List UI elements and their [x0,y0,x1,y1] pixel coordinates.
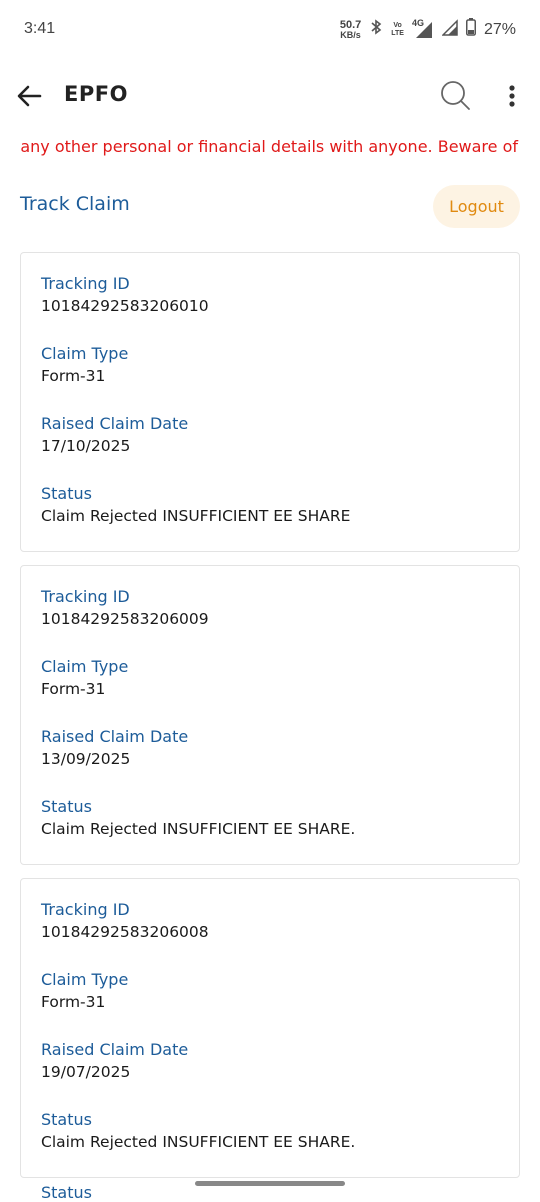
app-title: EPFO [64,82,128,106]
claim-type-label: Claim Type [41,970,129,989]
notice-text: any other personal or financial details … [20,137,518,156]
claim-type-field: Claim Type Form-31 [41,656,499,726]
tracking-id-label: Tracking ID [41,587,130,606]
volte-top: Vo [393,21,402,29]
status-bar: 3:41 50.7 KB/s Vo LTE 4G 27% [0,0,540,62]
tracking-id-field: Tracking ID 10184292583206010 [41,273,499,343]
status-value: Claim Rejected INSUFFICIENT EE SHARE. [41,1133,356,1151]
search-button[interactable] [438,78,474,114]
status-field: Status Claim Rejected INSUFFICIENT EE SH… [41,483,499,553]
tracking-id-label: Tracking ID [41,900,130,919]
volte-indicator: Vo LTE [391,22,404,38]
raised-date-label: Raised Claim Date [41,1040,189,1059]
claim-type-label: Claim Type [41,657,129,676]
battery-icon [465,18,476,41]
logout-button[interactable]: Logout [433,185,520,228]
tracking-id-value: 10184292583206010 [41,297,209,315]
status-label: Status [41,797,92,816]
claim-type-value: Form-31 [41,680,106,698]
claim-type-value: Form-31 [41,367,106,385]
tracking-id-value: 10184292583206008 [41,923,209,941]
more-vert-icon [509,85,515,107]
signal-icon-2 [441,18,458,41]
claim-type-field: Claim Type Form-31 [41,969,499,1039]
raised-date-value: 13/09/2025 [41,750,131,768]
network-speed-unit: KB/s [340,29,361,40]
home-indicator[interactable] [195,1181,345,1186]
back-arrow-icon [17,85,42,107]
status-icons: 50.7 KB/s Vo LTE 4G 27% [340,18,516,41]
raised-date-value: 17/10/2025 [41,437,131,455]
more-options-button[interactable] [500,80,524,112]
tracking-id-field: Tracking ID 10184292583206009 [41,586,499,656]
claim-type-value: Form-31 [41,993,106,1011]
raised-date-field: Raised Claim Date 19/07/2025 [41,1039,499,1109]
app-bar: EPFO [0,68,540,124]
next-card-status-label: Status [41,1183,92,1202]
raised-date-label: Raised Claim Date [41,414,189,433]
battery-percent: 27% [483,20,516,38]
notice-marquee: any other personal or financial details … [0,137,540,159]
page-title: Track Claim [20,193,130,215]
status-field: Status Claim Rejected INSUFFICIENT EE SH… [41,796,499,866]
claim-type-label: Claim Type [41,344,129,363]
network-speed: 50.7 KB/s [339,18,362,40]
status-time: 3:41 [24,20,56,37]
tracking-id-value: 10184292583206009 [41,610,209,628]
status-value: Claim Rejected INSUFFICIENT EE SHARE [41,507,351,525]
status-label: Status [41,484,92,503]
tracking-id-field: Tracking ID 10184292583206008 [41,899,499,969]
claim-type-field: Claim Type Form-31 [41,343,499,413]
back-button[interactable] [14,80,46,112]
status-value: Claim Rejected INSUFFICIENT EE SHARE. [41,820,356,838]
claim-card: Tracking ID 10184292583206010 Claim Type… [20,252,520,552]
claim-card: Tracking ID 10184292583206008 Claim Type… [20,878,520,1178]
status-label: Status [41,1110,92,1129]
raised-date-value: 19/07/2025 [41,1063,131,1081]
signal-icon: 4G [412,18,434,40]
tracking-id-label: Tracking ID [41,274,130,293]
bluetooth-icon [369,18,383,41]
raised-date-field: Raised Claim Date 17/10/2025 [41,413,499,483]
status-field: Status Claim Rejected INSUFFICIENT EE SH… [41,1109,499,1179]
network-speed-value: 50.7 [339,18,362,31]
raised-date-label: Raised Claim Date [41,727,189,746]
raised-date-field: Raised Claim Date 13/09/2025 [41,726,499,796]
volte-bottom: LTE [391,29,404,37]
claim-card: Tracking ID 10184292583206009 Claim Type… [20,565,520,865]
search-icon [441,81,470,110]
claims-list: Tracking ID 10184292583206010 Claim Type… [20,252,520,1191]
